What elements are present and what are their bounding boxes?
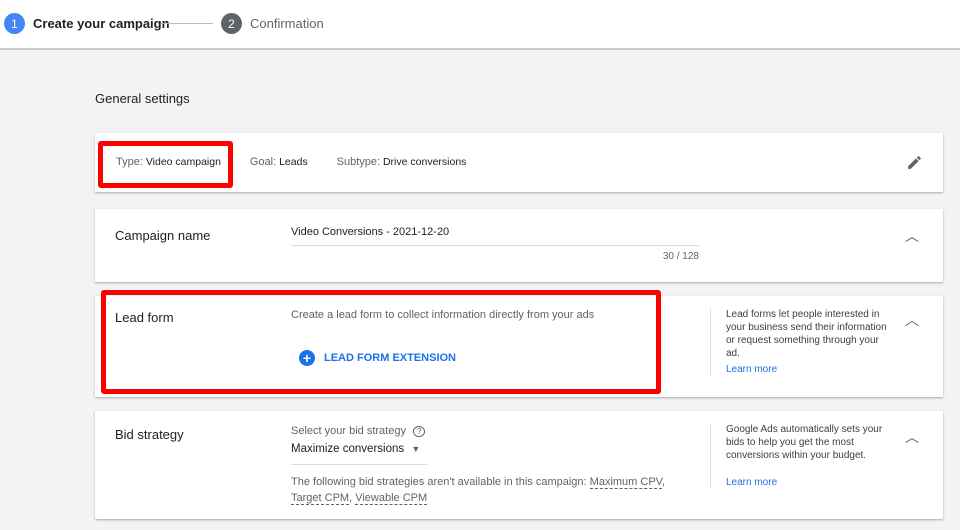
goal-label: Goal: [249, 156, 277, 168]
bid-strategy-label: Bid strategy [115, 427, 184, 442]
lead-form-info: Lead forms let people interested in your… [710, 308, 895, 376]
goal-value: Leads [279, 156, 308, 168]
info-text: Google Ads automatically sets your bids … [726, 424, 883, 461]
dropdown-arrow-icon: ▼ [411, 444, 421, 454]
bid-strategy-select[interactable]: Maximize conversions ▼ [291, 443, 427, 465]
unavailable-strategy[interactable]: Target CPM [291, 492, 350, 505]
step-number: 2 [221, 13, 242, 34]
collapse-chevron-icon[interactable]: ︿ [905, 310, 919, 330]
learn-more-link[interactable]: Learn more [726, 363, 895, 376]
learn-more-link[interactable]: Learn more [726, 476, 895, 489]
unavailable-strategy[interactable]: Viewable CPM [355, 492, 428, 505]
help-icon[interactable]: ? [413, 426, 426, 437]
collapse-chevron-icon[interactable]: ︿ [905, 427, 919, 447]
character-counter: 30 / 128 [662, 251, 699, 262]
campaign-name-card: Campaign name Video Conversions - 2021-1… [95, 209, 943, 282]
step-label: Confirmation [250, 16, 324, 31]
collapse-chevron-icon[interactable]: ︿ [905, 226, 919, 246]
subtype-label: Subtype: [336, 156, 381, 168]
select-bid-strategy-label: Select your bid strategy ? [291, 425, 426, 437]
unavailable-strategy[interactable]: Maximum CPV [589, 476, 663, 489]
step-number: 1 [4, 13, 25, 34]
unavailable-note: The following bid strategies aren't avai… [291, 476, 666, 505]
info-text: Lead forms let people interested in your… [726, 309, 887, 359]
subtype-value: Drive conversions [382, 156, 467, 168]
step-connector [161, 23, 213, 24]
highlight-box-lead-form [101, 290, 661, 394]
campaign-name-label: Campaign name [115, 228, 211, 243]
highlight-box-type [98, 141, 233, 188]
stepper-header: 1 Create your campaign 2 Confirmation [0, 0, 960, 50]
bid-strategy-info: Google Ads automatically sets your bids … [710, 423, 895, 489]
campaign-name-input[interactable]: Video Conversions - 2021-12-20 [291, 226, 699, 246]
step-2[interactable]: 2 Confirmation [221, 13, 324, 34]
section-title: General settings [95, 91, 190, 106]
pencil-icon[interactable] [906, 154, 923, 171]
step-label: Create your campaign [33, 16, 170, 31]
step-1[interactable]: 1 Create your campaign [4, 13, 170, 34]
bid-strategy-card: Bid strategy Select your bid strategy ? … [95, 411, 943, 519]
